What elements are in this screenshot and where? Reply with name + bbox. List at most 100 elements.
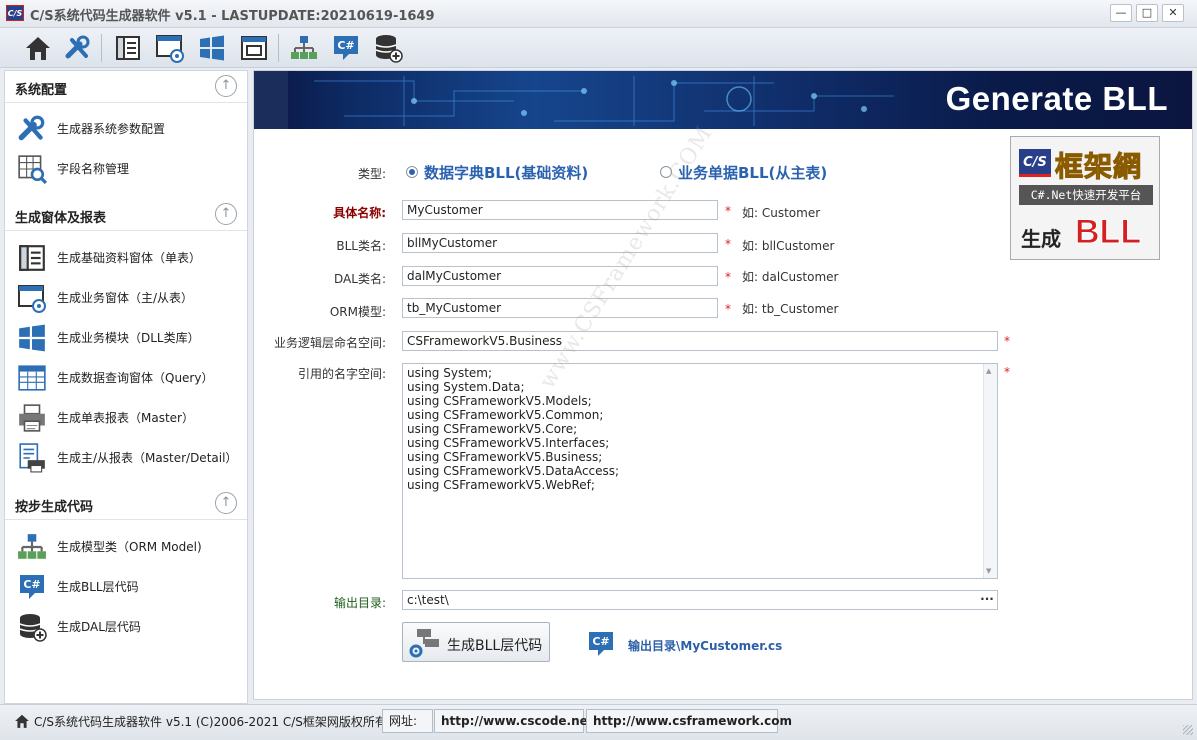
sidebar-group-step-code[interactable]: 按步生成代码 ↑	[5, 488, 247, 520]
sidebar-item-field-names[interactable]: 字段名称管理	[5, 148, 247, 188]
toolbar-settings-button[interactable]	[62, 32, 94, 64]
sidebar-item-label: 生成数据查询窗体（Query）	[57, 371, 214, 385]
output-dir-input[interactable]: c:\test\	[402, 590, 998, 610]
namespace-label: 业务逻辑层命名空间:	[273, 336, 386, 350]
radio-selected-icon	[406, 166, 418, 178]
sidebar-item-business-module[interactable]: 生成业务模块（DLL类库）	[5, 317, 247, 357]
printer-icon	[19, 404, 45, 432]
window-list-icon	[241, 36, 267, 60]
maximize-button[interactable]: □	[1136, 4, 1158, 22]
sidebar-group-forms-reports[interactable]: 生成窗体及报表 ↑	[5, 199, 247, 231]
sidebar-item-basic-form[interactable]: 生成基础资料窗体（单表）	[5, 237, 247, 277]
sidebar-item-label: 生成模型类（ORM Model)	[57, 540, 202, 554]
sidebar-item-label: 生成单表报表（Master）	[57, 411, 194, 425]
csframework-logo: C/S 框架網 C#.Net快速开发平台 生成 BLL	[1010, 136, 1160, 260]
url-link-cscode[interactable]: http://www.cscode.net	[434, 709, 594, 733]
dal-class-example: 如: dalCustomer	[742, 270, 839, 284]
sidebar-item-master-detail-report[interactable]: 生成主/从报表（Master/Detail）	[5, 437, 247, 477]
orm-model-label: ORM模型:	[329, 305, 386, 319]
url-label: 网址:	[382, 709, 433, 733]
toolbar-bll-button[interactable]: C#	[330, 32, 362, 64]
scroll-up-icon[interactable]: ▲	[986, 367, 991, 375]
sidebar-item-label: 生成主/从报表（Master/Detail）	[57, 451, 238, 465]
collapse-up-icon[interactable]: ↑	[215, 75, 237, 97]
required-mark: *	[725, 270, 731, 284]
tools-icon	[65, 35, 90, 59]
copyright-text: C/S系统代码生成器软件 v5.1 (C)2006-2021 C/S框架网版权所…	[34, 715, 387, 729]
hierarchy-icon	[18, 534, 46, 559]
database-add-icon	[19, 614, 47, 642]
orm-model-input[interactable]: tb_MyCustomer	[402, 298, 718, 318]
sidebar: 系统配置 ↑ 生成器系统参数配置 字段名称管理 生成窗体及报表 ↑ 生成基础资料…	[4, 70, 248, 704]
banner: Generate BLL	[254, 71, 1192, 129]
orm-model-example: 如: tb_Customer	[742, 302, 839, 316]
csharp-icon: C#	[20, 575, 44, 599]
required-mark: *	[725, 204, 731, 218]
logo-name: 框架網	[1054, 150, 1143, 184]
sidebar-group-system-config[interactable]: 系统配置 ↑	[5, 71, 247, 103]
sidebar-group-title: 系统配置	[15, 83, 68, 98]
sidebar-item-master-report[interactable]: 生成单表报表（Master）	[5, 397, 247, 437]
logo-gen-text: 生成	[1021, 227, 1061, 251]
required-mark: *	[725, 302, 731, 316]
toolbar-home-button[interactable]	[22, 32, 54, 64]
svg-text:C#: C#	[592, 635, 609, 648]
namespace-input[interactable]: CSFrameworkV5.Business	[402, 331, 998, 351]
database-add-icon	[375, 35, 403, 63]
window-view-icon	[18, 285, 46, 313]
sidebar-item-query-form[interactable]: 生成数据查询窗体（Query）	[5, 357, 247, 397]
logo-cs-badge: C/S	[1019, 149, 1051, 177]
collapse-up-icon[interactable]: ↑	[215, 492, 237, 514]
radio-dictionary-bll[interactable]: 数据字典BLL(基础资料)	[406, 161, 588, 183]
url-link-csframework[interactable]: http://www.csframework.com	[586, 709, 792, 733]
usings-scrollbar[interactable]: ▲ ▼	[983, 364, 997, 578]
status-bar: C/S系统代码生成器软件 v5.1 (C)2006-2021 C/S框架网版权所…	[0, 704, 1197, 740]
sidebar-item-dal-code[interactable]: 生成DAL层代码	[5, 606, 247, 646]
required-mark: *	[725, 237, 731, 251]
generate-bll-button[interactable]: 生成BLL层代码	[402, 622, 550, 662]
bll-class-input[interactable]: bllMyCustomer	[402, 233, 718, 253]
windows-logo-icon	[19, 324, 45, 352]
sidebar-item-label: 生成BLL层代码	[57, 580, 139, 594]
form-icon	[19, 245, 45, 271]
svg-text:C#: C#	[23, 578, 40, 591]
toolbar-business-form-button[interactable]	[154, 32, 186, 64]
sidebar-item-label: 生成基础资料窗体（单表）	[57, 251, 202, 265]
sidebar-item-system-params[interactable]: 生成器系统参数配置	[5, 108, 247, 148]
close-button[interactable]: ✕	[1162, 4, 1184, 22]
sidebar-group-title: 生成窗体及报表	[15, 211, 107, 226]
collapse-up-icon[interactable]: ↑	[215, 203, 237, 225]
table-icon	[18, 365, 46, 391]
svg-text:C#: C#	[337, 39, 354, 52]
hierarchy-icon	[291, 36, 317, 59]
sidebar-item-label: 生成DAL层代码	[57, 620, 141, 634]
sidebar-item-business-form[interactable]: 生成业务窗体（主/从表）	[5, 277, 247, 317]
toolbar-window-list-button[interactable]	[238, 32, 270, 64]
scroll-down-icon[interactable]: ▼	[986, 567, 991, 575]
close-icon: ✕	[1168, 6, 1178, 19]
sidebar-item-bll-code[interactable]: C# 生成BLL层代码	[5, 566, 247, 606]
sidebar-item-label: 生成器系统参数配置	[57, 122, 166, 136]
grid-search-icon	[18, 155, 47, 184]
browse-button[interactable]: ···	[978, 592, 996, 608]
home-icon	[26, 37, 50, 60]
required-mark: *	[1004, 334, 1010, 348]
dal-class-label: DAL类名:	[334, 272, 386, 286]
window-title: C/S系统代码生成器软件 v5.1 - LASTUPDATE:20210619-…	[30, 9, 435, 24]
output-file-link[interactable]: 输出目录\MyCustomer.cs	[628, 637, 782, 654]
toolbar-basic-form-button[interactable]	[112, 32, 144, 64]
usings-textarea[interactable]: using System; using System.Data; using C…	[402, 363, 998, 579]
dal-class-input[interactable]: dalMyCustomer	[402, 266, 718, 286]
toolbar-dal-button[interactable]	[372, 32, 404, 64]
logo-bll-text: BLL	[1074, 213, 1142, 252]
usings-label: 引用的名字空间:	[297, 367, 386, 381]
csharp-icon: C#	[334, 36, 358, 60]
sidebar-item-orm-model[interactable]: 生成模型类（ORM Model)	[5, 526, 247, 566]
maximize-icon: □	[1141, 6, 1153, 19]
minimize-button[interactable]: —	[1110, 4, 1132, 22]
required-mark: *	[1004, 365, 1010, 379]
toolbar-module-button[interactable]	[196, 32, 228, 64]
resize-grip-icon[interactable]	[1183, 725, 1193, 735]
window-view-icon	[156, 35, 184, 63]
toolbar-orm-model-button[interactable]	[288, 32, 320, 64]
